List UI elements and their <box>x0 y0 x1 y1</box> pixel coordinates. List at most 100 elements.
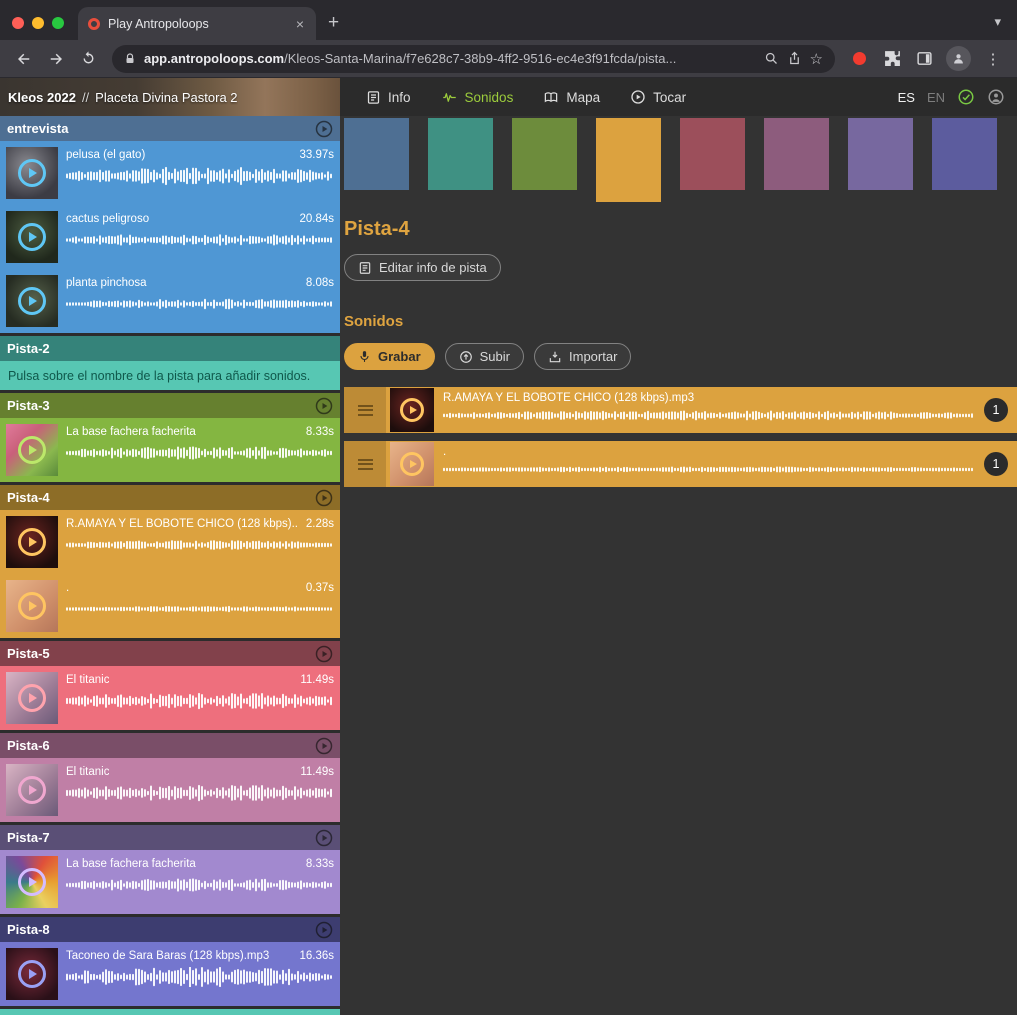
track-play-button[interactable] <box>315 737 333 755</box>
sound-item[interactable]: La base fachera facherita8.33s <box>0 850 340 914</box>
track-header[interactable]: Pista-6 <box>0 733 340 758</box>
forward-button[interactable] <box>42 45 70 73</box>
sound-thumbnail[interactable] <box>6 764 58 816</box>
track-play-button[interactable] <box>315 829 333 847</box>
sound-thumbnail[interactable] <box>6 856 58 908</box>
sound-duration: 8.33s <box>306 426 334 438</box>
recording-indicator-icon[interactable] <box>853 52 866 65</box>
waveform[interactable] <box>66 783 334 803</box>
track-play-button[interactable] <box>315 489 333 507</box>
sound-thumbnail[interactable] <box>6 147 58 199</box>
track-swatch[interactable] <box>932 118 997 190</box>
nav-info[interactable]: Info <box>366 89 411 105</box>
track-header[interactable]: Pista-5 <box>0 641 340 666</box>
language-es[interactable]: ES <box>898 90 915 105</box>
sound-thumbnail[interactable] <box>390 442 434 486</box>
track-swatch[interactable] <box>344 118 409 190</box>
record-button[interactable]: Grabar <box>344 343 435 370</box>
waveform[interactable] <box>66 875 334 895</box>
track-play-button[interactable] <box>315 120 333 138</box>
address-bar[interactable]: app.antropoloops.com/Kleos-Santa-Marina/… <box>112 45 835 73</box>
waveform[interactable] <box>66 294 334 314</box>
status-check-icon[interactable] <box>957 88 975 106</box>
browser-tab[interactable]: Play Antropoloops × <box>78 7 316 40</box>
browser-window: Play Antropoloops × + ▾ app.antropoloops… <box>0 0 1017 1015</box>
track-name: entrevista <box>7 121 68 136</box>
track-swatch[interactable] <box>428 118 493 190</box>
sound-item[interactable]: La base fachera facherita8.33s <box>0 418 340 482</box>
side-panel-icon[interactable] <box>910 45 938 73</box>
zoom-icon[interactable] <box>764 51 779 66</box>
waveform[interactable] <box>66 230 334 250</box>
sidebar-bottom-strip <box>0 1009 340 1015</box>
tab-close-icon[interactable]: × <box>294 16 306 32</box>
sound-item[interactable]: cactus peligroso20.84s <box>0 205 340 269</box>
sound-item[interactable]: .0.37s <box>0 574 340 638</box>
waveform[interactable] <box>443 462 974 477</box>
nav-sonidos[interactable]: Sonidos <box>441 89 514 105</box>
nav-mapa[interactable]: Mapa <box>543 89 600 105</box>
minimize-window-button[interactable] <box>32 17 44 29</box>
drag-handle[interactable] <box>344 387 386 433</box>
waveform[interactable] <box>443 408 974 423</box>
sound-item[interactable]: pelusa (el gato)33.97s <box>0 141 340 205</box>
sound-thumbnail[interactable] <box>6 580 58 632</box>
bookmark-star-icon[interactable]: ☆ <box>810 50 823 68</box>
track-swatch[interactable] <box>596 118 661 202</box>
sound-thumbnail[interactable] <box>6 516 58 568</box>
sound-item[interactable]: planta pinchosa8.08s <box>0 269 340 333</box>
reload-button[interactable] <box>74 45 102 73</box>
sound-thumbnail[interactable] <box>6 948 58 1000</box>
language-en[interactable]: EN <box>927 90 945 105</box>
account-icon[interactable] <box>987 88 1005 106</box>
waveform[interactable] <box>66 967 334 987</box>
edit-track-info-button[interactable]: Editar info de pista <box>344 254 501 281</box>
upload-button[interactable]: Subir <box>445 343 524 370</box>
sound-item[interactable]: R.AMAYA Y EL BOBOTE CHICO (128 kbps)....… <box>0 510 340 574</box>
track-header[interactable]: Pista-4 <box>0 485 340 510</box>
nav-tocar[interactable]: Tocar <box>630 89 686 105</box>
sound-item[interactable]: El titanic11.49s <box>0 758 340 822</box>
drag-handle[interactable] <box>344 441 386 487</box>
waveform[interactable] <box>66 599 334 619</box>
sound-duration: 8.33s <box>306 858 334 870</box>
new-tab-button[interactable]: + <box>316 12 351 40</box>
close-window-button[interactable] <box>12 17 24 29</box>
sound-thumbnail[interactable] <box>390 388 434 432</box>
sound-thumbnail[interactable] <box>6 424 58 476</box>
sound-thumbnail[interactable] <box>6 275 58 327</box>
track-swatch[interactable] <box>512 118 577 190</box>
tab-search-chevron-icon[interactable]: ▾ <box>994 14 1017 40</box>
track-swatch[interactable] <box>680 118 745 190</box>
browser-menu-icon[interactable]: ⋮ <box>979 45 1007 73</box>
waveform[interactable] <box>66 166 334 186</box>
fullscreen-window-button[interactable] <box>52 17 64 29</box>
track-play-button[interactable] <box>315 921 333 939</box>
sound-thumbnail[interactable] <box>6 672 58 724</box>
track-header[interactable]: Pista-2 <box>0 336 340 361</box>
sound-thumbnail[interactable] <box>6 211 58 263</box>
track-header[interactable]: Pista-7 <box>0 825 340 850</box>
track-swatch[interactable] <box>848 118 913 190</box>
project-banner[interactable]: Kleos 2022 // Placeta Divina Pastora 2 <box>0 78 340 116</box>
sound-title: planta pinchosa <box>66 277 147 289</box>
track-swatch[interactable] <box>764 118 829 190</box>
track-header[interactable]: Pista-8 <box>0 917 340 942</box>
waveform[interactable] <box>66 535 334 555</box>
track-play-button[interactable] <box>315 645 333 663</box>
back-button[interactable] <box>10 45 38 73</box>
import-button[interactable]: Importar <box>534 343 631 370</box>
waveform[interactable] <box>66 443 334 463</box>
sound-row[interactable]: . 1 <box>344 441 1017 487</box>
waveform[interactable] <box>66 691 334 711</box>
sound-row[interactable]: R.AMAYA Y EL BOBOTE CHICO (128 kbps).mp3… <box>344 387 1017 433</box>
play-icon <box>400 452 424 476</box>
extensions-puzzle-icon[interactable] <box>878 45 906 73</box>
sound-item[interactable]: El titanic11.49s <box>0 666 340 730</box>
track-play-button[interactable] <box>315 397 333 415</box>
share-icon[interactable] <box>787 51 802 66</box>
track-header[interactable]: Pista-3 <box>0 393 340 418</box>
profile-avatar[interactable] <box>946 46 971 71</box>
sound-item[interactable]: Taconeo de Sara Baras (128 kbps).mp316.3… <box>0 942 340 1006</box>
track-header[interactable]: entrevista <box>0 116 340 141</box>
